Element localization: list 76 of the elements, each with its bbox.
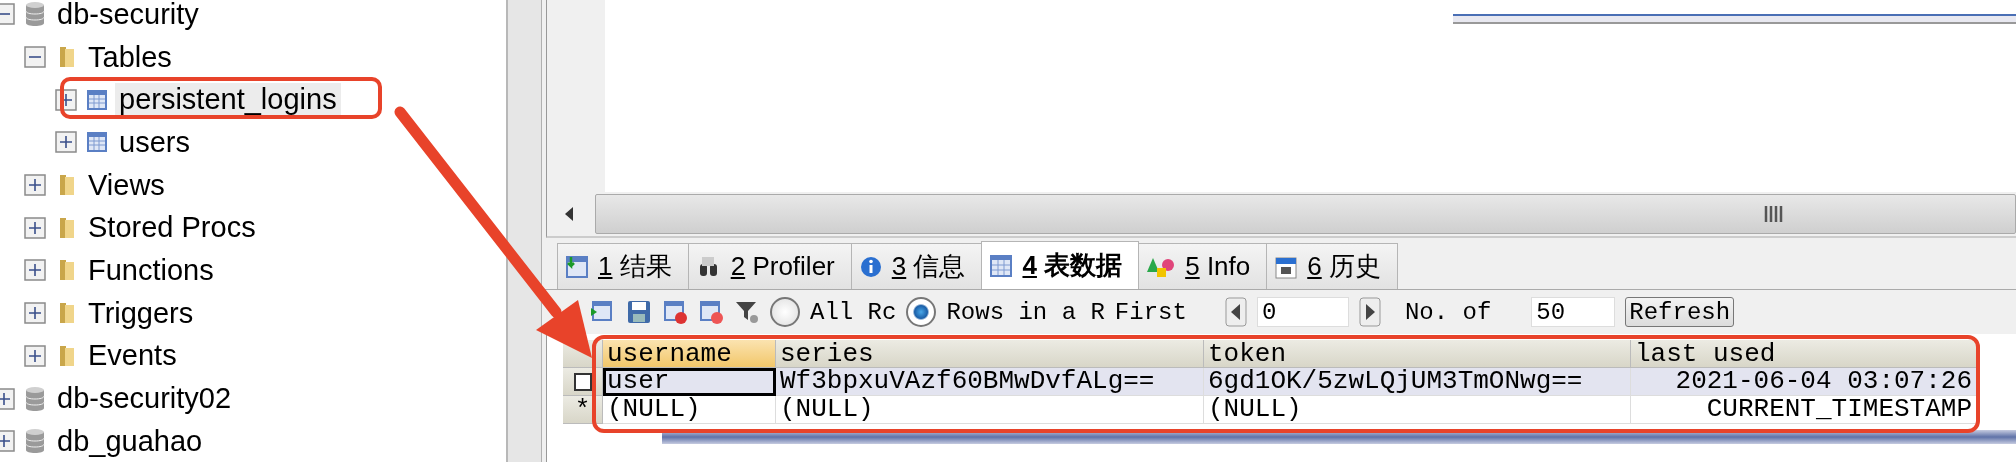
result-tab[interactable]: 5 Info	[1138, 243, 1268, 289]
tree-item[interactable]: Tables	[84, 40, 176, 74]
first-row-field[interactable]: 0	[1256, 297, 1349, 327]
radio-label: All Rc	[810, 298, 897, 326]
filter-icon[interactable]	[734, 299, 760, 325]
radio-button[interactable]	[906, 297, 937, 327]
result-tab[interactable]: 3 信息	[850, 243, 983, 289]
expand-toggle[interactable]	[24, 46, 46, 69]
previous-button[interactable]	[1224, 297, 1247, 327]
table-cell: (NULL)	[776, 396, 1204, 424]
result-tab[interactable]: 2 Profiler	[687, 243, 852, 289]
expand-toggle[interactable]	[0, 387, 15, 410]
delete-row-icon[interactable]	[662, 299, 688, 325]
table-cell: user	[603, 368, 776, 396]
column-header[interactable]: username	[603, 340, 776, 368]
save-icon[interactable]	[626, 299, 652, 325]
expand-toggle[interactable]	[24, 259, 46, 282]
next-button[interactable]	[1358, 297, 1381, 327]
database-icon	[25, 1, 45, 28]
expand-toggle[interactable]	[24, 216, 46, 239]
refresh-button[interactable]: Refresh	[1625, 297, 1735, 327]
result-tab[interactable]: 6 历史	[1266, 243, 1398, 289]
expand-toggle[interactable]	[24, 344, 46, 367]
grid-icon	[566, 255, 588, 278]
cancel-icon[interactable]	[698, 299, 724, 325]
tree-item[interactable]: Functions	[84, 253, 218, 287]
result-tab[interactable]: 4 表数据	[981, 241, 1140, 289]
folder-icon	[58, 301, 76, 326]
new-row-marker: *	[574, 394, 591, 425]
tree-item[interactable]: db-security02	[53, 382, 236, 416]
expand-toggle[interactable]	[0, 430, 15, 453]
tree-item[interactable]: Views	[84, 168, 169, 202]
folder-icon	[58, 258, 76, 283]
table-cell: (NULL)	[603, 396, 776, 424]
first-row-label: First	[1114, 298, 1187, 326]
table-cell: (NULL)	[1204, 396, 1631, 424]
tree-item[interactable]: users	[115, 125, 194, 159]
folder-icon	[58, 343, 76, 368]
radio-label: Rows in a R	[946, 298, 1105, 326]
database-icon	[25, 385, 45, 412]
table-cell: 2021-06-04 03:07:26	[1631, 368, 1977, 396]
tree-item[interactable]: Events	[84, 339, 181, 373]
column-header[interactable]: last used	[1631, 340, 1977, 368]
table-cell: Wf3bpxuVAzf60BMwDvfALg==	[776, 368, 1204, 396]
column-header[interactable]: series	[776, 340, 1204, 368]
info-icon	[859, 255, 882, 278]
tree-item[interactable]: persistent_logins	[115, 83, 341, 117]
grip-icon	[1763, 204, 1785, 224]
tree-item[interactable]: db-security	[53, 0, 203, 31]
row-count-label: No. of	[1404, 298, 1492, 326]
calendar-icon	[1275, 254, 1298, 279]
row-header[interactable]	[563, 368, 603, 396]
table-cell: CURRENT_TIMESTAMP	[1631, 396, 1977, 424]
expand-toggle[interactable]	[0, 3, 15, 26]
table-icon	[87, 132, 107, 153]
folder-icon	[58, 173, 76, 198]
splitter[interactable]	[508, 0, 542, 462]
row-checkbox[interactable]	[573, 372, 592, 391]
table-cell: 6gd1OK/5zwLQjUM3TmONwg==	[1204, 368, 1631, 396]
tree-item[interactable]: Stored Procs	[84, 211, 260, 245]
folder-icon	[58, 215, 76, 240]
folder-icon	[58, 45, 76, 70]
column-header[interactable]: token	[1204, 340, 1631, 368]
tree-item[interactable]: db_guahao	[53, 424, 207, 458]
expand-toggle[interactable]	[24, 302, 46, 325]
scroll-left-icon[interactable]	[563, 206, 575, 222]
row-count-field[interactable]: 50	[1531, 297, 1616, 327]
table-icon	[990, 254, 1013, 277]
table-icon	[87, 89, 107, 110]
expand-toggle[interactable]	[55, 131, 77, 154]
tree-item[interactable]: Triggers	[84, 296, 198, 330]
result-tab[interactable]: 1 结果	[557, 243, 689, 289]
database-icon	[25, 428, 45, 455]
radio-button[interactable]	[770, 297, 800, 327]
row-header[interactable]: *	[563, 396, 603, 424]
expand-toggle[interactable]	[24, 174, 46, 197]
